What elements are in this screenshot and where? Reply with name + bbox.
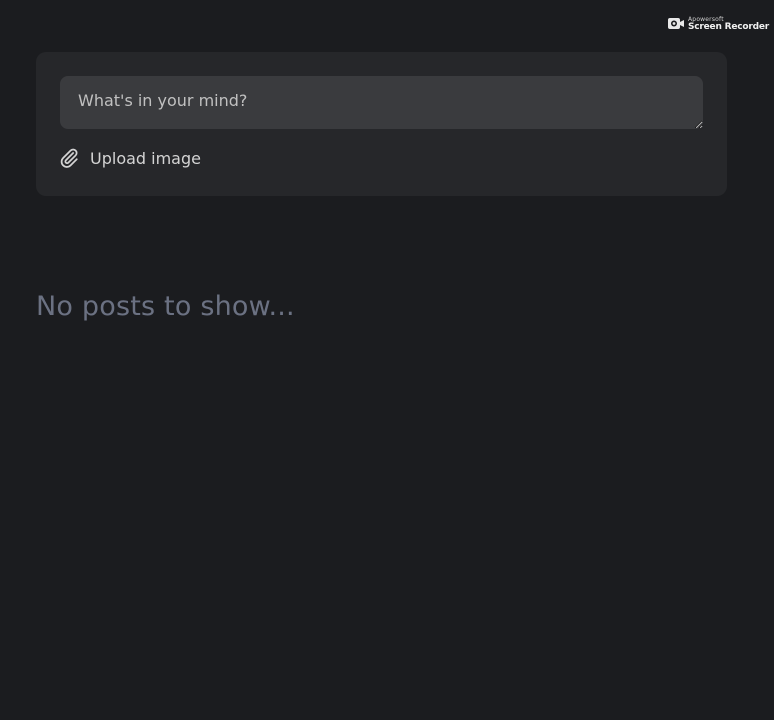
recorder-watermark: Apowersoft Screen Recorder (667, 15, 769, 33)
post-input[interactable] (60, 76, 703, 129)
upload-image-label: Upload image (90, 148, 201, 168)
camera-icon (668, 18, 684, 29)
watermark-text: Apowersoft Screen Recorder (688, 16, 769, 32)
paperclip-icon (60, 148, 78, 168)
upload-image-button[interactable]: Upload image (58, 147, 201, 169)
watermark-product: Screen Recorder (688, 21, 769, 32)
post-composer: Upload image (36, 52, 727, 196)
empty-feed-message: No posts to show... (36, 291, 295, 322)
